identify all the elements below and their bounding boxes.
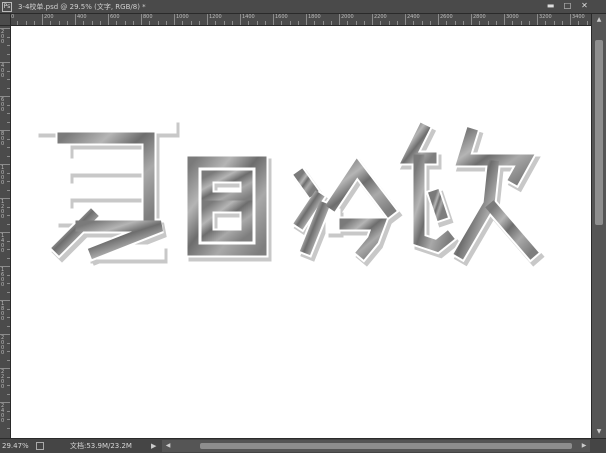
ruler-label: 400: [1, 63, 5, 79]
horizontal-scroll-thumb[interactable]: [200, 443, 572, 449]
ruler-label: 1200: [209, 14, 222, 20]
ruler-label: 1400: [1, 233, 5, 254]
ruler-label: 1800: [1, 301, 5, 322]
ruler-major-tick: [471, 14, 472, 25]
vertical-scrollbar[interactable]: ▲ ▼: [591, 14, 606, 438]
minimize-button[interactable]: ▬: [544, 1, 557, 12]
ruler-label: 3000: [506, 14, 519, 20]
ruler-label: 2000: [1, 335, 5, 356]
ruler-major-tick: [306, 14, 307, 25]
document-canvas[interactable]: [11, 26, 591, 438]
scroll-left-arrow-icon[interactable]: ◀: [162, 440, 174, 452]
ruler-label: 2600: [440, 14, 453, 20]
ruler-label: 800: [143, 14, 153, 20]
ruler-label: 3400: [572, 14, 585, 20]
vertical-ruler[interactable]: 200 400 600 800 1000 1200 1400 1600 1800 2000 2200…: [0, 26, 11, 438]
document-title-bar[interactable]: Ps 3-4校单.psd @ 29.5% (文字, RGB/8) * ▬ □ ✕: [0, 0, 606, 14]
ruler-major-tick: [42, 14, 43, 25]
ruler-major-tick: [108, 14, 109, 25]
ruler-major-tick: [438, 14, 439, 25]
ruler-label: 200: [44, 14, 54, 20]
ruler-major-tick: [537, 14, 538, 25]
ruler-label: 3200: [539, 14, 552, 20]
ruler-label: 2200: [374, 14, 387, 20]
ruler-label: 1600: [1, 267, 5, 288]
glyph-ri: [187, 156, 267, 256]
scroll-up-arrow-icon[interactable]: ▲: [592, 14, 606, 26]
glyph-stroke: [428, 189, 448, 221]
ruler-label: 200: [1, 29, 5, 45]
glyph-stroke: [58, 134, 160, 228]
ruler-major-tick: [405, 14, 406, 25]
ruler-label: 1400: [242, 14, 255, 20]
proof-status-icon[interactable]: [36, 442, 44, 450]
horizontal-ruler[interactable]: 0 200 400 600 800 1000 1200 1400 1600 1800 2000 220…: [11, 14, 591, 26]
maximize-button[interactable]: □: [561, 1, 574, 12]
ruler-label: 1000: [1, 165, 5, 186]
document-size-info: 文档:53.9M/23.2M: [70, 442, 132, 450]
ruler-label: 1800: [308, 14, 321, 20]
ruler-label: 1200: [1, 199, 5, 220]
photoshop-document-window: Ps 3-4校单.psd @ 29.5% (文字, RGB/8) * ▬ □ ✕…: [0, 0, 606, 453]
ruler-label: 1600: [275, 14, 288, 20]
document-title: 3-4校单.psd @ 29.5% (文字, RGB/8) *: [18, 3, 146, 11]
ruler-major-tick: [372, 14, 373, 25]
status-info-menu-arrow-icon[interactable]: ▶: [151, 441, 156, 451]
ruler-label: 2200: [1, 369, 5, 390]
ruler-label: 2800: [473, 14, 486, 20]
ruler-major-tick: [240, 14, 241, 25]
zoom-level-field[interactable]: 29.47%: [2, 441, 35, 451]
glyph-stroke: [485, 200, 539, 260]
ruler-major-tick: [141, 14, 142, 25]
ruler-major-tick: [339, 14, 340, 25]
ruler-label: 2000: [341, 14, 354, 20]
scroll-down-arrow-icon[interactable]: ▼: [592, 426, 606, 438]
ruler-label: 800: [1, 131, 5, 147]
photoshop-app-icon: Ps: [2, 2, 12, 12]
ruler-label: 0: [11, 14, 15, 20]
ruler-label: 400: [77, 14, 87, 20]
ruler-label: 2400: [1, 403, 5, 424]
ruler-major-tick: [570, 14, 571, 25]
ruler-label: 1000: [176, 14, 189, 20]
artwork-summer-cold-drinks: [35, 118, 545, 267]
ruler-major-tick: [174, 14, 175, 25]
ruler-origin-corner[interactable]: [0, 14, 11, 26]
glyph-main-layer: [35, 118, 542, 263]
status-bar: 29.47% 文档:53.9M/23.2M ▶ ◀ ▶: [0, 438, 606, 453]
scroll-right-arrow-icon[interactable]: ▶: [578, 440, 590, 452]
ruler-label: 600: [110, 14, 120, 20]
horizontal-scrollbar[interactable]: ◀ ▶: [162, 440, 590, 452]
close-button[interactable]: ✕: [578, 1, 591, 12]
ruler-major-tick: [75, 14, 76, 25]
ruler-major-tick: [207, 14, 208, 25]
ruler-label: 600: [1, 97, 5, 113]
vertical-scroll-thumb[interactable]: [595, 40, 603, 225]
ruler-label: 2400: [407, 14, 420, 20]
ruler-major-tick: [504, 14, 505, 25]
ruler-major-tick: [273, 14, 274, 25]
